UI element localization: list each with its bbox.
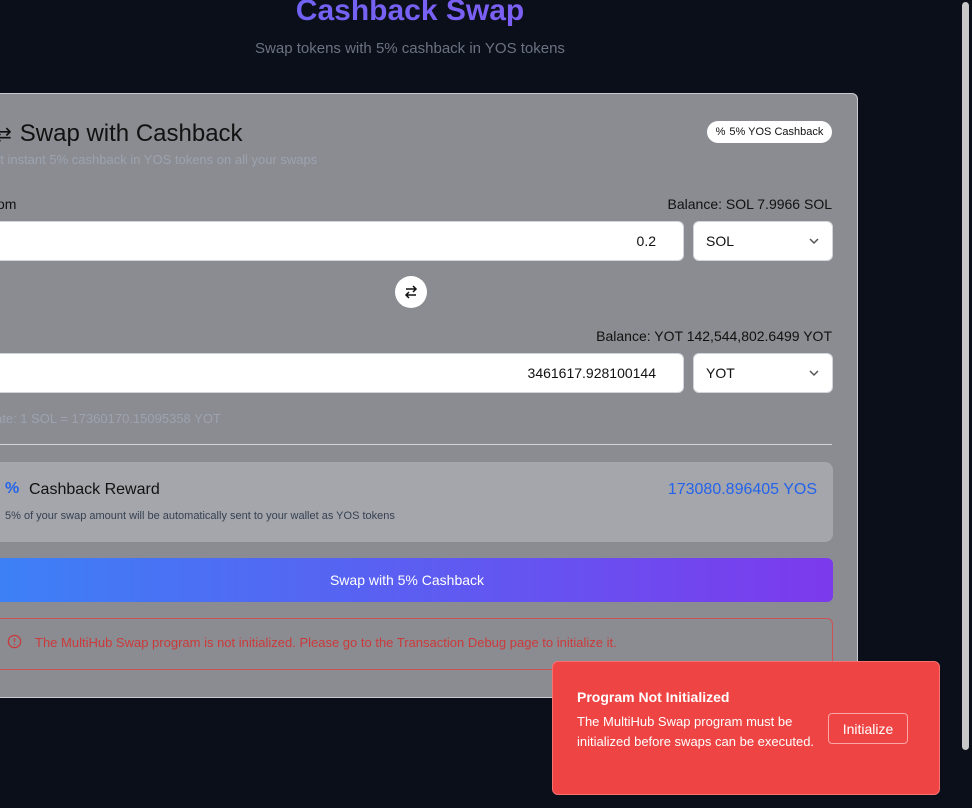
- to-amount-value: 3461617.928100144: [527, 365, 656, 381]
- from-token-value: SOL: [706, 233, 735, 249]
- swap-with-cashback-button[interactable]: Swap with 5% Cashback: [0, 558, 833, 602]
- percent-icon: %: [5, 480, 20, 497]
- from-token-select[interactable]: SOL: [693, 221, 833, 261]
- page-title: Cashback Swap: [0, 0, 820, 28]
- scrollbar-thumb[interactable]: [962, 2, 969, 750]
- card-title: Swap with Cashback: [19, 120, 243, 147]
- swap-arrows-icon: ⇄: [0, 122, 12, 147]
- initialize-button[interactable]: Initialize: [828, 713, 908, 744]
- swap-card: ⇄ Swap with Cashback % 5% YOS Cashback e…: [0, 93, 858, 698]
- from-label: om: [0, 196, 17, 212]
- to-token-select[interactable]: YOT: [693, 353, 833, 393]
- swap-arrows-icon: [404, 285, 418, 299]
- reward-description: 5% of your swap amount will be automatic…: [5, 510, 395, 522]
- chevron-down-icon: [809, 370, 819, 377]
- toast-title: Program Not Initialized: [577, 689, 730, 705]
- to-amount-input[interactable]: 3461617.928100144: [0, 353, 684, 393]
- page-subtitle: Swap tokens with 5% cashback in YOS toke…: [255, 40, 565, 57]
- from-amount-input[interactable]: 0.2: [0, 221, 684, 261]
- error-message: The MultiHub Swap program is not initial…: [35, 635, 617, 650]
- to-balance: Balance: YOT 142,544,802.6499 YOT: [596, 328, 832, 344]
- card-description: et instant 5% cashback in YOS tokens on …: [0, 152, 318, 167]
- chevron-down-icon: [809, 238, 819, 245]
- from-balance: Balance: SOL 7.9966 SOL: [667, 196, 832, 212]
- cashback-badge: % 5% YOS Cashback: [707, 121, 832, 143]
- to-token-value: YOT: [706, 365, 735, 381]
- toast-message: The MultiHub Swap program must be initia…: [577, 714, 815, 749]
- scrollbar[interactable]: [959, 0, 972, 808]
- exchange-rate: ate: 1 SOL = 17360170.15095358 YOT: [0, 411, 221, 426]
- percent-icon: %: [715, 126, 726, 138]
- badge-label: 5% YOS Cashback: [729, 126, 824, 138]
- from-amount-value: 0.2: [636, 233, 656, 249]
- reward-amount: 173080.896405 YOS: [667, 481, 817, 498]
- card-header: ⇄ Swap with Cashback: [0, 120, 243, 148]
- toast-notification: Program Not Initialized The MultiHub Swa…: [552, 661, 940, 795]
- divider: [0, 444, 832, 445]
- swap-direction-button[interactable]: [395, 276, 427, 308]
- reward-title: Cashback Reward: [29, 481, 160, 498]
- cashback-reward-panel: % Cashback Reward 173080.896405 YOS 5% o…: [0, 462, 833, 542]
- alert-circle-icon: [7, 634, 22, 649]
